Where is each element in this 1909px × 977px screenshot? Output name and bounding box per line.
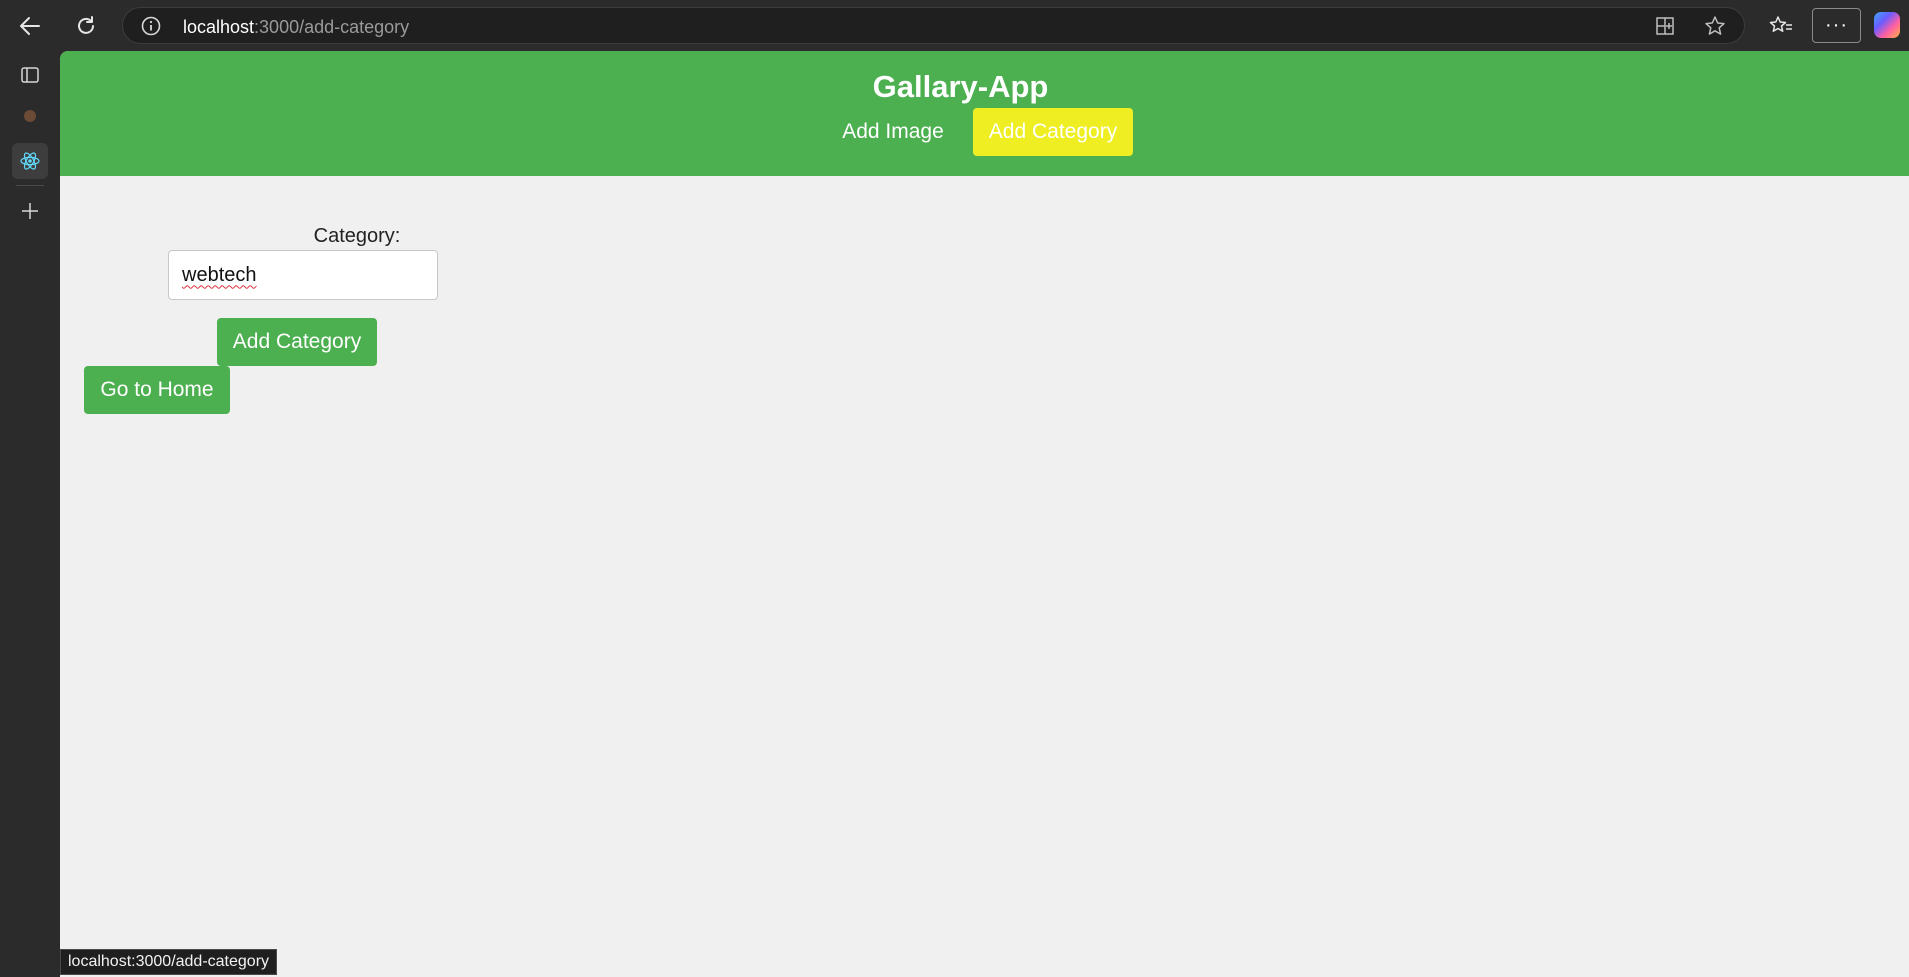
url-text[interactable]: localhost:3000/add-category bbox=[183, 17, 409, 38]
app-available-icon[interactable] bbox=[1653, 15, 1677, 37]
new-tab-plus-icon[interactable] bbox=[12, 193, 48, 229]
link-status-tooltip: localhost:3000/add-category bbox=[60, 949, 278, 975]
nav-add-image[interactable]: Add Image bbox=[833, 108, 953, 156]
url-host: localhost bbox=[183, 17, 255, 37]
favorite-star-icon[interactable] bbox=[1703, 15, 1727, 37]
nav-add-category[interactable]: Add Category bbox=[973, 108, 1133, 156]
url-path: :3000/add-category bbox=[254, 17, 410, 37]
tab-actions-icon[interactable] bbox=[12, 57, 48, 93]
copilot-icon[interactable] bbox=[1874, 12, 1900, 38]
back-arrow-icon[interactable] bbox=[14, 10, 46, 42]
more-options-label: ··· bbox=[1825, 14, 1848, 36]
category-input-value: webtech bbox=[182, 263, 257, 286]
site-info-icon[interactable] bbox=[141, 16, 161, 41]
tab-favicon-icon[interactable] bbox=[12, 98, 48, 134]
address-bar[interactable]: localhost:3000/add-category bbox=[122, 7, 1745, 44]
app-title: Gallary-App bbox=[872, 69, 1049, 104]
app-header: Gallary-App Add Image Add Category bbox=[60, 51, 1909, 176]
favorites-icon[interactable] bbox=[1765, 10, 1797, 42]
category-label: Category: bbox=[313, 225, 401, 247]
category-input[interactable]: webtech bbox=[168, 250, 438, 300]
add-category-button[interactable]: Add Category bbox=[217, 318, 377, 366]
react-tab-icon[interactable] bbox=[12, 143, 48, 179]
tab-divider bbox=[16, 185, 44, 186]
page-viewport: Gallary-App Add Image Add Category Categ… bbox=[60, 51, 1909, 977]
more-options-button[interactable]: ··· bbox=[1812, 8, 1861, 43]
go-home-button[interactable]: Go to Home bbox=[84, 366, 230, 414]
vertical-tab-strip bbox=[0, 51, 60, 977]
refresh-icon[interactable] bbox=[70, 10, 102, 42]
browser-toolbar: localhost:3000/add-category ··· bbox=[0, 0, 1909, 51]
